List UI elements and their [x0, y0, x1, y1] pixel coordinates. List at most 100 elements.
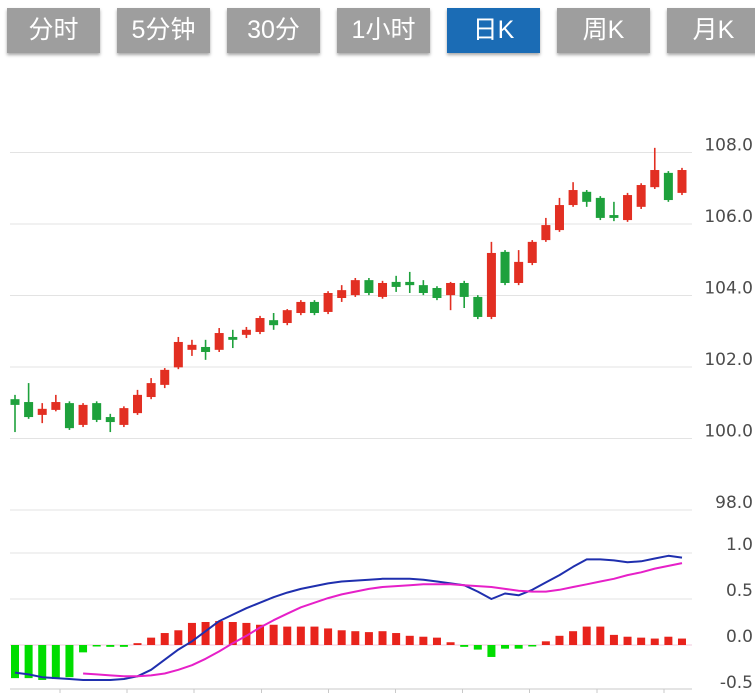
candle-up [337, 290, 346, 298]
candle-up [242, 330, 251, 335]
candle-down [609, 215, 618, 218]
candle-up [446, 283, 455, 295]
candle-down [582, 192, 591, 202]
candle-down [419, 285, 428, 293]
candle-up [650, 170, 659, 187]
candle-up [256, 318, 265, 332]
price-axis-label: 102.0 [704, 350, 753, 370]
candle-down [269, 320, 278, 325]
macd-bar-positive [351, 631, 359, 645]
candle-up [637, 185, 646, 207]
chart-canvas[interactable]: 108.0106.0104.0102.0100.098.01.00.50.0-0… [0, 0, 755, 694]
macd-bar-negative [528, 645, 536, 647]
macd-bar-positive [419, 637, 427, 645]
macd-bar-positive [365, 632, 373, 645]
candle-up [677, 170, 686, 193]
candle-up [283, 310, 292, 323]
price-axis-label: 106.0 [704, 207, 753, 227]
macd-bar-positive [147, 638, 155, 645]
macd-axis-label: 0.0 [726, 627, 753, 647]
candle-down [392, 282, 401, 287]
candle-down [473, 297, 482, 317]
price-axis-label: 104.0 [704, 279, 753, 299]
macd-bar-negative [120, 645, 128, 647]
candle-up [133, 395, 142, 413]
candle-up [623, 195, 632, 220]
candles-layer [11, 148, 687, 432]
macd-bar-positive [651, 639, 659, 645]
macd-bar-positive [596, 627, 604, 645]
macd-bar-positive [637, 638, 645, 645]
macd-bar-positive [583, 627, 591, 645]
macd-bar-positive [324, 628, 332, 645]
candle-up [528, 242, 537, 263]
macd-bar-positive [542, 641, 550, 645]
candle-down [596, 198, 605, 218]
candle-up [351, 280, 360, 295]
macd-histogram-layer [11, 621, 686, 680]
macd-bar-negative [93, 645, 101, 647]
candle-up [38, 409, 47, 415]
macd-bar-positive [297, 627, 305, 645]
candle-up [296, 302, 305, 313]
candle-down [106, 417, 115, 422]
macd-bar-negative [487, 645, 495, 657]
candle-up [174, 342, 183, 367]
macd-bar-positive [664, 637, 672, 645]
candle-down [65, 403, 74, 428]
macd-bar-positive [270, 625, 278, 645]
dea-line [83, 563, 682, 676]
candle-down [228, 337, 237, 340]
candle-down [364, 280, 373, 293]
candle-down [432, 288, 441, 298]
macd-bar-positive [338, 630, 346, 645]
candle-up [187, 345, 196, 350]
macd-bar-negative [515, 645, 523, 649]
macd-bar-negative [474, 645, 482, 650]
macd-bar-positive [379, 631, 387, 645]
candle-up [569, 190, 578, 205]
macd-bar-positive [392, 633, 400, 645]
candle-up [79, 405, 88, 425]
macd-bar-negative [38, 645, 46, 680]
macd-bar-negative [52, 645, 60, 679]
dif-line [15, 556, 682, 680]
macd-axis-label: 1.0 [726, 535, 753, 555]
axis-labels-layer: 108.0106.0104.0102.0100.098.01.00.50.0-0… [704, 136, 753, 694]
candle-up [487, 253, 496, 317]
x-axis-layer [10, 689, 692, 693]
macd-axis-label: -0.5 [720, 673, 753, 693]
candle-down [460, 283, 469, 297]
price-axis-label: 98.0 [715, 493, 753, 513]
candle-up [51, 402, 60, 410]
candle-up [514, 262, 523, 283]
candle-down [201, 347, 210, 352]
candle-down [92, 403, 101, 420]
macd-bar-positive [569, 631, 577, 645]
candle-down [664, 173, 673, 200]
candle-up [541, 225, 550, 240]
macd-bar-negative [501, 645, 509, 649]
candle-up [324, 293, 333, 312]
candle-up [160, 370, 169, 385]
macd-bar-positive [433, 638, 441, 645]
macd-bar-positive [678, 639, 686, 645]
macd-bar-negative [79, 645, 87, 652]
macd-bar-negative [106, 645, 114, 647]
candle-up [378, 283, 387, 297]
macd-bar-negative [460, 645, 468, 647]
candle-up [147, 383, 156, 397]
candle-up [555, 205, 564, 230]
gridlines-layer [10, 153, 692, 600]
macd-bar-positive [406, 636, 414, 645]
macd-bar-positive [161, 633, 169, 645]
candle-down [405, 282, 414, 285]
macd-bar-positive [134, 643, 142, 645]
price-axis-label: 100.0 [704, 422, 753, 442]
macd-bar-positive [310, 627, 318, 645]
macd-bar-positive [174, 630, 182, 645]
macd-bar-positive [283, 627, 291, 645]
candle-down [310, 302, 319, 313]
candle-down [501, 252, 510, 283]
macd-bar-positive [610, 635, 618, 645]
